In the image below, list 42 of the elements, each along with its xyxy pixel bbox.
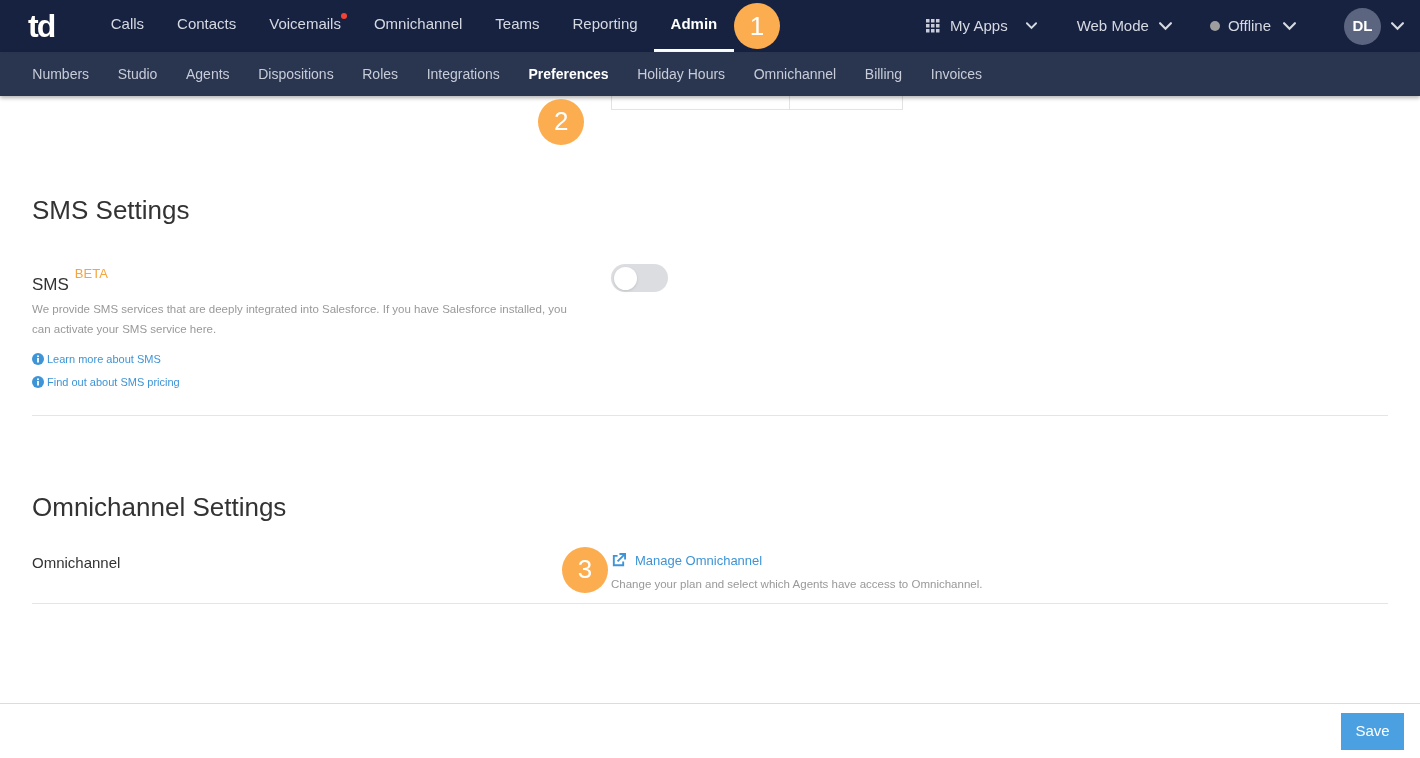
setting-description: Change your plan and select which Agents have access to Omnichannel. — [611, 577, 983, 592]
sub-nav-tab[interactable]: Invoices — [916, 63, 997, 85]
user-avatar[interactable]: DL — [1344, 7, 1381, 45]
sub-nav-tab[interactable]: Roles — [347, 63, 413, 85]
sub-nav-tab[interactable]: Studio — [103, 63, 172, 85]
sms-toggle[interactable] — [611, 264, 668, 292]
nav-tab[interactable]: Contacts — [160, 0, 253, 52]
my-apps-menu[interactable]: My Apps — [926, 14, 1037, 38]
grid-icon — [926, 19, 941, 33]
section-title: SMS Settings — [32, 197, 191, 223]
chevron-down-icon — [1158, 21, 1172, 31]
step-number-badge: 1 — [734, 3, 781, 49]
mode-menu[interactable]: Web Mode — [1076, 14, 1172, 38]
nav-tab[interactable]: Reporting — [556, 0, 655, 52]
chevron-down-icon — [1391, 21, 1404, 31]
sub-nav-tab[interactable]: Dispositions — [243, 63, 348, 85]
step-number-badge: 2 — [538, 98, 585, 145]
sub-nav-tab[interactable]: Integrations — [412, 63, 515, 85]
status-menu[interactable]: Offline — [1209, 14, 1296, 38]
sub-nav-tab[interactable]: Agents — [171, 63, 244, 85]
step-number-badge: 3 — [562, 546, 608, 593]
nav-tab[interactable]: Calls — [94, 0, 161, 52]
beta-label: BETA — [74, 265, 108, 283]
external-link-icon — [611, 552, 626, 568]
chevron-down-icon — [1283, 21, 1296, 31]
nav-tab[interactable]: Voicemails — [252, 0, 358, 52]
info-icon — [32, 352, 44, 365]
info-icon — [32, 376, 44, 389]
logo[interactable]: td — [28, 10, 55, 42]
sub-nav-tab[interactable]: Billing — [850, 63, 917, 85]
duration-field[interactable] — [611, 96, 903, 110]
setting-description: We provide SMS services that are deeply integrated into Salesforce. If you have Salesforce installed, you can activate your SMS service here. — [32, 301, 568, 337]
setting-label: Omnichannel — [32, 553, 121, 571]
sub-nav-tab[interactable]: Holiday Hours — [622, 63, 740, 85]
nav-tab[interactable]: Omnichannel — [357, 0, 479, 52]
sub-nav-tab[interactable]: Preferences — [514, 63, 623, 85]
sub-nav-tab[interactable]: Numbers — [18, 63, 104, 85]
chevron-down-icon — [1025, 22, 1037, 30]
nav-tab[interactable]: Teams — [478, 0, 557, 52]
sub-nav-tab[interactable]: Omnichannel — [739, 63, 851, 85]
section-title: Omnichannel Settings — [32, 493, 288, 520]
setting-label: SMS — [32, 274, 69, 296]
